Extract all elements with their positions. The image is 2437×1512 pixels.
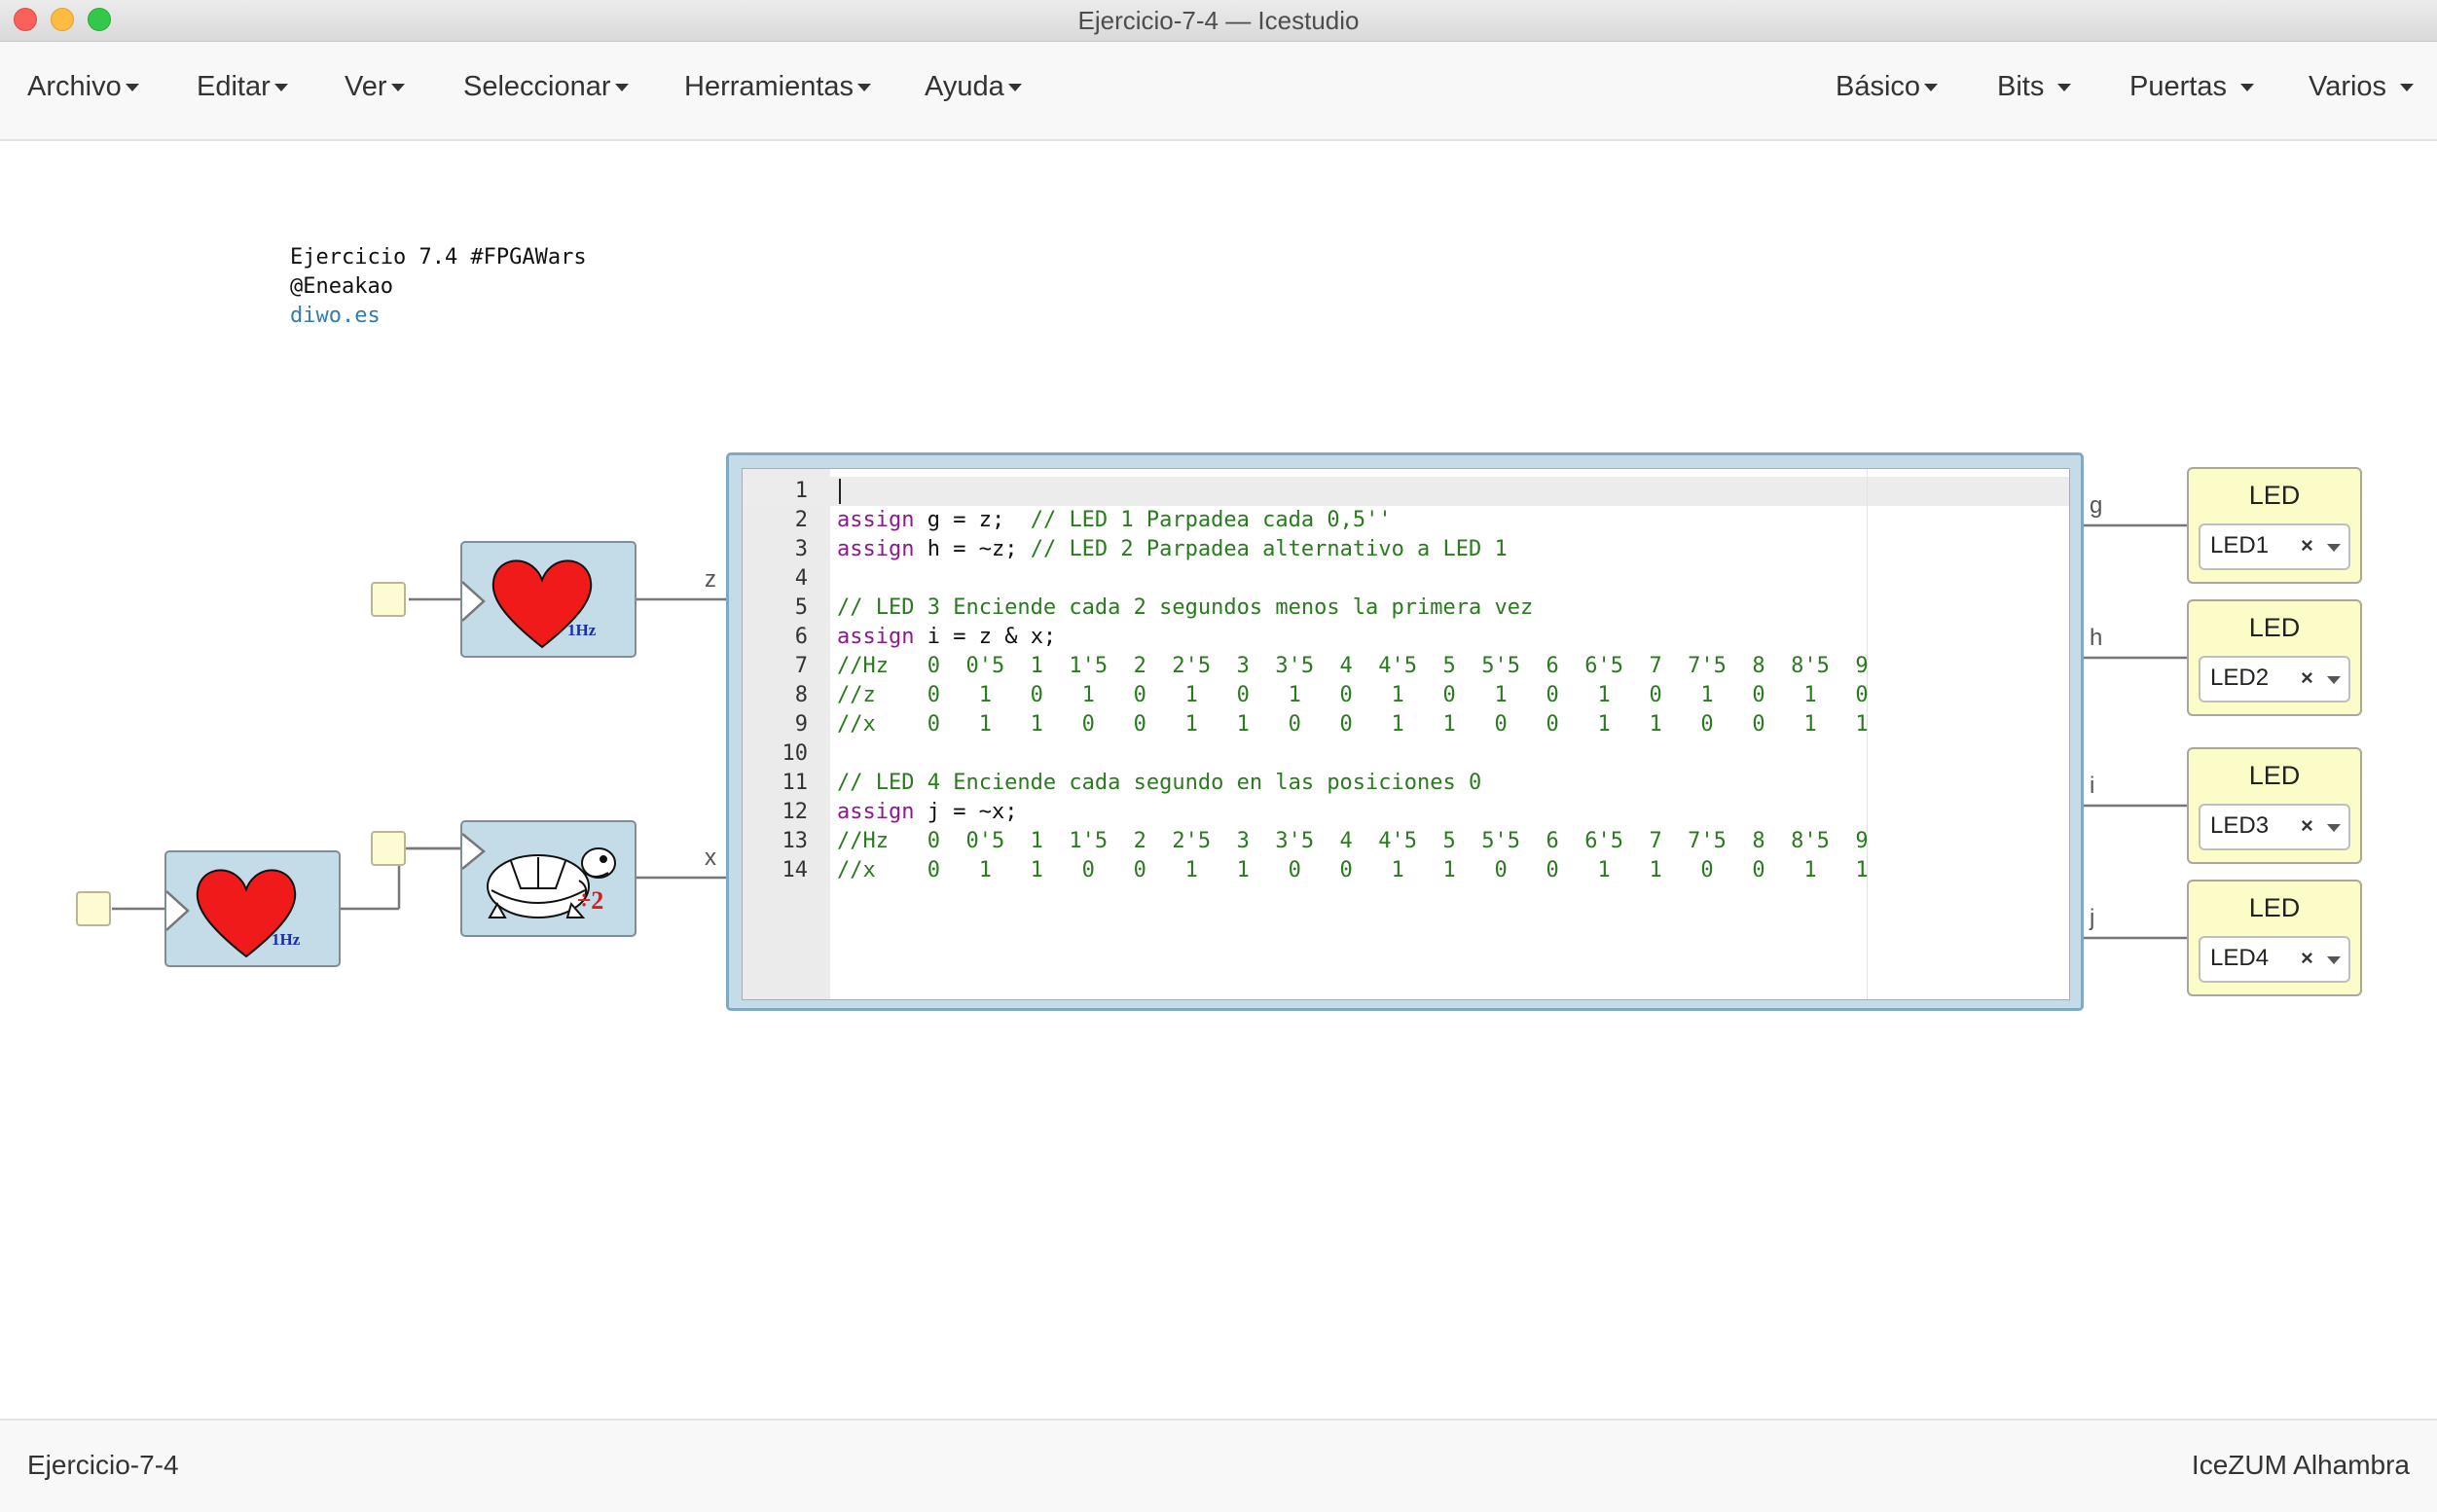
led-pin-select[interactable]: LED3 × <box>2199 804 2350 850</box>
wire-label-g: g <box>2090 492 2103 519</box>
code-comment: // LED 3 Enciende cada 2 segundos menos … <box>837 595 1534 620</box>
heart-icon <box>462 559 593 649</box>
led-block-1[interactable]: LED LED1 × <box>2187 467 2362 584</box>
line-number: 6 <box>794 625 808 649</box>
wire-label-j: j <box>2090 905 2095 931</box>
line-number: 13 <box>782 829 809 853</box>
clear-icon[interactable]: × <box>2301 813 2313 839</box>
code-comment: //z 0 1 0 1 0 1 0 1 0 1 0 1 0 1 0 1 0 1 … <box>837 683 1869 707</box>
code-comment: //x 0 1 1 0 0 1 1 0 0 1 1 0 0 1 1 0 0 1 … <box>837 858 1869 882</box>
led-title: LED <box>2248 613 2301 642</box>
led-block-2[interactable]: LED LED2 × <box>2187 599 2362 716</box>
code-keyword: assign <box>837 508 915 532</box>
code-statement: g = z; <box>914 508 1031 532</box>
code-comment: //Hz 0 0'5 1 1'5 2 2'5 3 3'5 4 4'5 5 5'5… <box>837 654 1869 678</box>
clear-icon[interactable]: × <box>2301 666 2313 691</box>
line-number: 12 <box>782 800 809 824</box>
led-pin-value: LED2 <box>2210 665 2270 691</box>
input-port[interactable] <box>371 831 406 866</box>
code-text: // LED 3 Enciende cada 2 segundos menos … <box>837 594 1533 623</box>
frequency-label: 1Hz <box>567 621 597 639</box>
chevron-down-icon[interactable] <box>2327 676 2341 684</box>
code-text: //Hz 0 0'5 1 1'5 2 2'5 3 3'5 4 4'5 5 5'5… <box>837 827 1869 856</box>
led-title: LED <box>2248 893 2301 922</box>
line-number: 1 <box>794 479 808 503</box>
turtle-icon <box>462 833 616 918</box>
divider-label: ÷2 <box>577 886 604 915</box>
code-comment: // LED 1 Parpadea cada 0,5'' <box>1030 508 1392 532</box>
led-title: LED <box>2248 481 2301 510</box>
chevron-down-icon[interactable] <box>2327 544 2341 552</box>
heartbeat-block[interactable]: 1Hz <box>164 850 341 967</box>
wire-label-x: x <box>705 845 716 871</box>
line-number: 10 <box>782 741 809 766</box>
divider-block[interactable]: ÷2 <box>460 820 637 937</box>
code-comment: // LED 4 Enciende cada segundo en las po… <box>837 771 1482 795</box>
code-block[interactable]: 1 2 assign g = z; // LED 1 Parpadea cada 0… <box>726 452 2084 1011</box>
input-port[interactable] <box>76 891 111 926</box>
code-statement: h = ~z; <box>914 537 1031 561</box>
line-number: 2 <box>794 508 808 532</box>
wire-label-z: z <box>705 566 716 593</box>
code-statement: j = ~x; <box>914 800 1018 824</box>
line-number: 11 <box>782 771 809 795</box>
code-editor[interactable]: 1 2 assign g = z; // LED 1 Parpadea cada 0… <box>742 468 2070 1000</box>
line-number: 4 <box>794 566 808 591</box>
code-text: assign h = ~z; // LED 2 Parpadea alterna… <box>837 535 1508 564</box>
line-number: 7 <box>794 654 808 678</box>
clear-icon[interactable]: × <box>2301 533 2313 558</box>
line-number: 9 <box>794 712 808 737</box>
line-number: 3 <box>794 537 808 561</box>
board-name[interactable]: IceZUM Alhambra <box>2192 1450 2410 1481</box>
led-pin-select[interactable]: LED1 × <box>2199 523 2350 570</box>
clear-icon[interactable]: × <box>2301 946 2313 971</box>
code-text: assign g = z; // LED 1 Parpadea cada 0,5… <box>837 506 1392 535</box>
wire-label-h: h <box>2090 625 2103 651</box>
status-bar: Ejercicio-7-4 IceZUM Alhambra <box>0 1419 2437 1512</box>
led-block-4[interactable]: LED LED4 × <box>2187 880 2362 996</box>
line-number: 14 <box>782 858 809 882</box>
code-comment: //Hz 0 0'5 1 1'5 2 2'5 3 3'5 4 4'5 5 5'5… <box>837 829 1869 853</box>
led-pin-value: LED1 <box>2210 532 2270 558</box>
code-keyword: assign <box>837 625 915 649</box>
code-text: assign i = z & x; <box>837 623 1056 652</box>
chevron-down-icon[interactable] <box>2327 956 2341 964</box>
frequency-label: 1Hz <box>272 930 301 949</box>
text-cursor <box>839 479 841 504</box>
code-text: //x 0 1 1 0 0 1 1 0 0 1 1 0 0 1 1 0 0 1 … <box>837 856 1869 885</box>
line-number: 8 <box>794 683 808 707</box>
wire-label-i: i <box>2090 773 2095 799</box>
chevron-down-icon[interactable] <box>2327 824 2341 832</box>
heart-icon <box>166 869 297 958</box>
line-number: 5 <box>794 595 808 620</box>
code-text: //Hz 0 0'5 1 1'5 2 2'5 3 3'5 4 4'5 5 5'5… <box>837 652 1869 681</box>
code-comment: //x 0 1 1 0 0 1 1 0 0 1 1 0 0 1 1 0 0 1 … <box>837 712 1869 737</box>
code-statement: i = z & x; <box>914 625 1057 649</box>
led-pin-value: LED4 <box>2210 945 2270 971</box>
project-name: Ejercicio-7-4 <box>27 1450 179 1480</box>
code-comment: // LED 2 Parpadea alternativo a LED 1 <box>1030 537 1508 561</box>
led-pin-select[interactable]: LED4 × <box>2199 936 2350 983</box>
code-keyword: assign <box>837 537 915 561</box>
code-text: //x 0 1 1 0 0 1 1 0 0 1 1 0 0 1 1 0 0 1 … <box>837 710 1869 739</box>
heartbeat-block[interactable]: 1Hz <box>460 541 637 658</box>
led-pin-value: LED3 <box>2210 812 2270 839</box>
led-title: LED <box>2248 761 2301 790</box>
input-port[interactable] <box>371 582 406 617</box>
code-text: // LED 4 Enciende cada segundo en las po… <box>837 769 1481 798</box>
code-keyword: assign <box>837 800 915 824</box>
led-pin-select[interactable]: LED2 × <box>2199 656 2350 702</box>
code-text: //z 0 1 0 1 0 1 0 1 0 1 0 1 0 1 0 1 0 1 … <box>837 681 1869 710</box>
active-line-highlight <box>743 477 2069 506</box>
code-text: assign j = ~x; <box>837 798 1017 827</box>
led-block-3[interactable]: LED LED3 × <box>2187 747 2362 864</box>
